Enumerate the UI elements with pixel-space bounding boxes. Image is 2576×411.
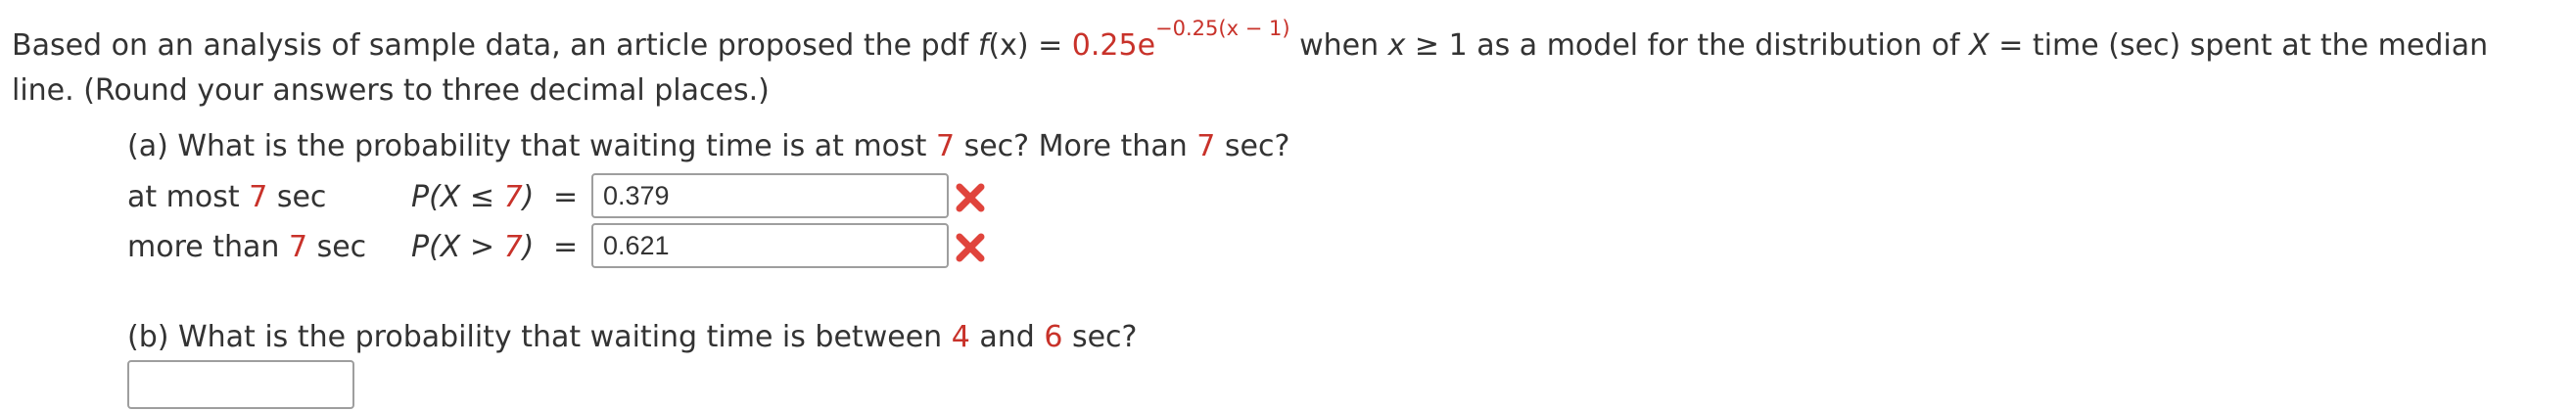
row-label-text: at most xyxy=(127,180,250,214)
row-label: more than 7 sec xyxy=(127,223,366,272)
part-b-number: 4 xyxy=(951,320,970,354)
question-page: Based on an analysis of sample data, an … xyxy=(0,0,2576,411)
expression-text: ) xyxy=(522,230,535,264)
random-variable: X xyxy=(1969,28,1990,63)
row-label-number: 7 xyxy=(288,230,308,264)
pdf-coefficient: 0.25e xyxy=(1071,28,1156,63)
part-b-question-text: and xyxy=(969,320,1045,354)
condition-text: ≥ 1 as a model for the distribution of xyxy=(1405,28,1970,63)
intro-text: Based on an analysis of sample data, an … xyxy=(12,28,978,63)
row-label-text: sec xyxy=(307,230,367,264)
problem-statement: Based on an analysis of sample data, an … xyxy=(12,19,2557,114)
part-a-number: 7 xyxy=(1196,129,1216,163)
part-b-question-text: (b) What is the probability that waiting… xyxy=(127,320,952,354)
incorrect-x-icon xyxy=(956,233,985,262)
probability-expression: P(X > 7) xyxy=(411,223,534,272)
expression-number: 7 xyxy=(503,180,523,214)
expression-text: P(X ≤ xyxy=(411,180,504,214)
probability-expression: P(X ≤ 7) xyxy=(411,173,534,222)
expression-number: 7 xyxy=(503,230,523,264)
part-a-question: (a) What is the probability that waiting… xyxy=(127,127,1289,166)
expression-text: P(X > xyxy=(411,230,504,264)
part-b-question-text: sec? xyxy=(1062,320,1138,354)
answer-input-between[interactable] xyxy=(127,360,354,409)
equals-sign: = xyxy=(553,230,579,264)
part-a-question-text: sec? More than xyxy=(955,129,1197,163)
part-a-question-text: sec? xyxy=(1215,129,1290,163)
row-label-text: more than xyxy=(127,230,289,264)
condition-variable: x xyxy=(1387,28,1406,63)
incorrect-x-icon xyxy=(956,183,985,212)
part-b-number: 6 xyxy=(1044,320,1063,354)
row-label: at most 7 sec xyxy=(127,173,326,222)
part-b-question: (b) What is the probability that waiting… xyxy=(127,318,1137,357)
part-a-number: 7 xyxy=(935,129,956,163)
pdf-exponent: −0.25(x − 1) xyxy=(1155,17,1290,40)
answer-input-at-most[interactable] xyxy=(591,173,949,218)
part-a-question-text: (a) What is the probability that waiting… xyxy=(127,129,936,163)
row-label-text: sec xyxy=(267,180,327,214)
intro-text-when: when xyxy=(1289,28,1388,63)
pdf-argument: (x) = xyxy=(988,28,1072,63)
answer-input-more-than[interactable] xyxy=(591,223,949,268)
equals-sign: = xyxy=(553,180,579,214)
pdf-function-name: f xyxy=(977,28,989,63)
row-label-number: 7 xyxy=(249,180,268,214)
expression-text: ) xyxy=(522,180,535,214)
